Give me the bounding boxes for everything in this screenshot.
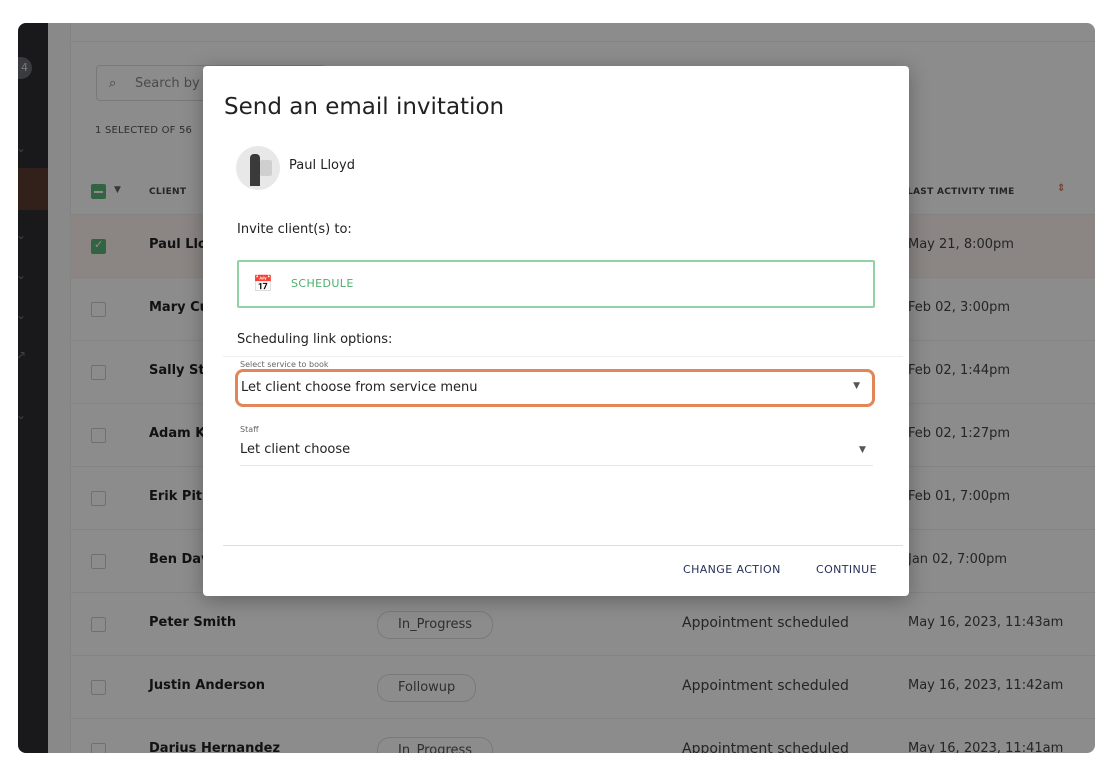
scheduling-options-panel: Select service to book Let client choose… (223, 356, 903, 546)
chevron-down-icon[interactable]: ▼ (859, 445, 866, 455)
scheduling-options-label: Scheduling link options: (237, 332, 393, 347)
calendar-icon: 📅 (253, 274, 273, 293)
service-select-value: Let client choose from service menu (241, 380, 478, 395)
email-invitation-dialog: Send an email invitation Paul Lloyd Invi… (203, 66, 909, 596)
service-select[interactable]: Let client choose from service menu ▼ (235, 369, 875, 407)
avatar (236, 146, 280, 190)
dialog-title: Send an email invitation (224, 94, 505, 120)
change-action-button[interactable]: CHANGE ACTION (683, 563, 781, 576)
staff-select[interactable]: Let client choose (240, 442, 350, 457)
continue-button[interactable]: CONTINUE (816, 563, 877, 576)
client-name-label: Paul Lloyd (289, 158, 355, 173)
service-select-label: Select service to book (240, 360, 329, 369)
chevron-down-icon: ▼ (853, 381, 860, 391)
schedule-option-label: SCHEDULE (291, 277, 354, 290)
invite-label: Invite client(s) to: (237, 222, 352, 237)
staff-select-label: Staff (240, 425, 259, 434)
schedule-option[interactable]: 📅 SCHEDULE (237, 260, 875, 308)
divider (240, 465, 873, 466)
